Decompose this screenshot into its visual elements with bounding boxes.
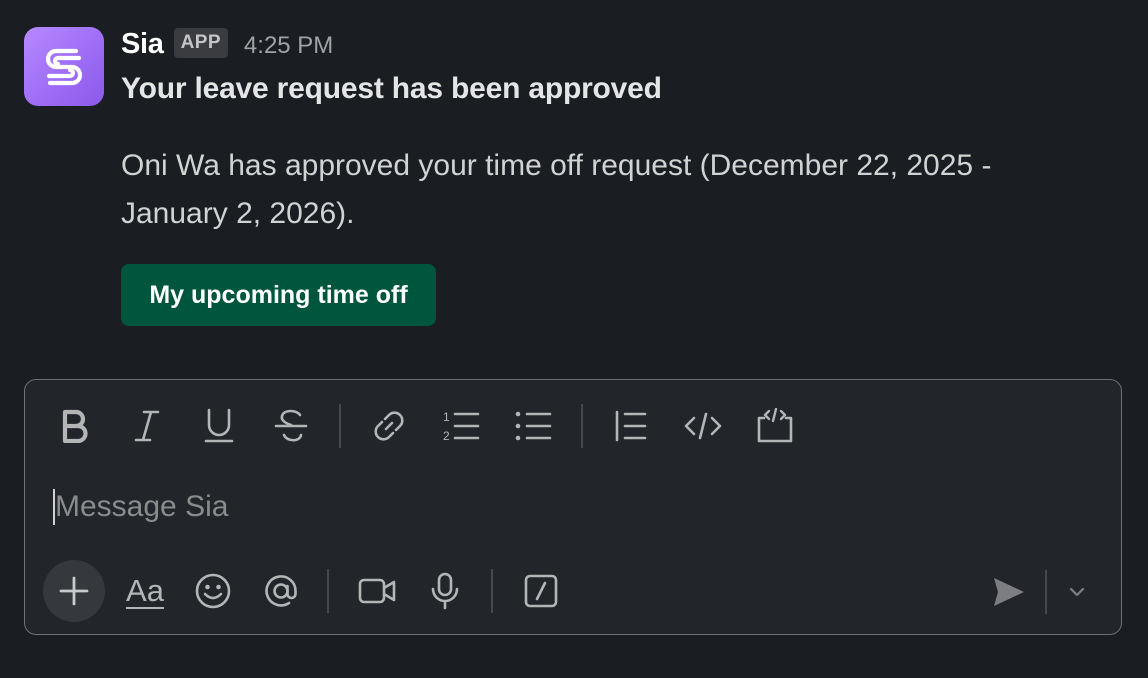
slash-command-icon (524, 574, 558, 608)
plus-icon (59, 576, 89, 606)
emoji-icon (195, 573, 231, 609)
strikethrough-button[interactable] (265, 400, 317, 452)
message: Sia APP 4:25 PM Your leave request has b… (0, 0, 1148, 360)
record-audio-button[interactable] (419, 565, 471, 617)
underline-icon (204, 408, 234, 443)
ordered-list-icon: 1 2 (443, 410, 480, 443)
svg-text:2: 2 (443, 429, 450, 443)
formatting-aa-icon: Aa (126, 573, 164, 608)
toolbar-divider (327, 569, 329, 613)
record-video-button[interactable] (351, 565, 403, 617)
message-title: Your leave request has been approved (121, 72, 662, 105)
message-composer: 1 2 Message Sia Aa (24, 379, 1122, 635)
send-button[interactable] (983, 566, 1035, 618)
code-block-icon (757, 408, 793, 443)
show-formatting-button[interactable]: Aa (119, 565, 171, 617)
code-icon (684, 412, 722, 440)
message-input-area[interactable] (51, 478, 1095, 536)
blockquote-button[interactable] (605, 400, 657, 452)
toolbar-divider (339, 404, 341, 448)
upcoming-time-off-button[interactable]: My upcoming time off (121, 264, 436, 326)
bulleted-list-icon (515, 411, 552, 441)
timestamp[interactable]: 4:25 PM (244, 32, 333, 60)
blockquote-icon (615, 410, 647, 442)
strikethrough-icon (274, 409, 308, 442)
code-block-button[interactable] (749, 400, 801, 452)
link-icon (374, 411, 404, 441)
svg-text:1: 1 (443, 410, 450, 424)
emoji-button[interactable] (187, 565, 239, 617)
text-caret (53, 489, 55, 525)
attach-button[interactable] (43, 560, 105, 622)
toolbar-divider (491, 569, 493, 613)
italic-button[interactable] (121, 400, 173, 452)
italic-icon (134, 410, 160, 442)
bold-button[interactable] (49, 400, 101, 452)
bulleted-list-button[interactable] (507, 400, 559, 452)
formatting-toolbar: 1 2 (49, 400, 821, 452)
send-divider (1045, 570, 1047, 614)
message-body: Oni Wa has approved your time off reques… (121, 149, 992, 230)
shortcuts-button[interactable] (515, 565, 567, 617)
message-input[interactable] (51, 478, 1095, 536)
mention-icon (265, 575, 297, 607)
video-icon (358, 578, 396, 604)
ordered-list-button[interactable]: 1 2 (435, 400, 487, 452)
bold-icon (62, 409, 88, 443)
underline-button[interactable] (193, 400, 245, 452)
message-header: Sia APP 4:25 PM (121, 26, 333, 62)
avatar[interactable] (24, 27, 104, 106)
chevron-down-icon (1069, 587, 1085, 597)
toolbar-divider (581, 404, 583, 448)
sender-name[interactable]: Sia (121, 28, 164, 61)
app-badge: APP (173, 28, 228, 58)
mention-button[interactable] (255, 565, 307, 617)
schedule-send-menu-button[interactable] (1057, 566, 1097, 618)
send-icon (994, 578, 1024, 606)
sia-logo-icon (45, 48, 83, 85)
composer-actions: Aa (43, 560, 583, 622)
code-button[interactable] (677, 400, 729, 452)
link-button[interactable] (363, 400, 415, 452)
microphone-icon (431, 572, 459, 610)
send-controls (983, 566, 1097, 618)
